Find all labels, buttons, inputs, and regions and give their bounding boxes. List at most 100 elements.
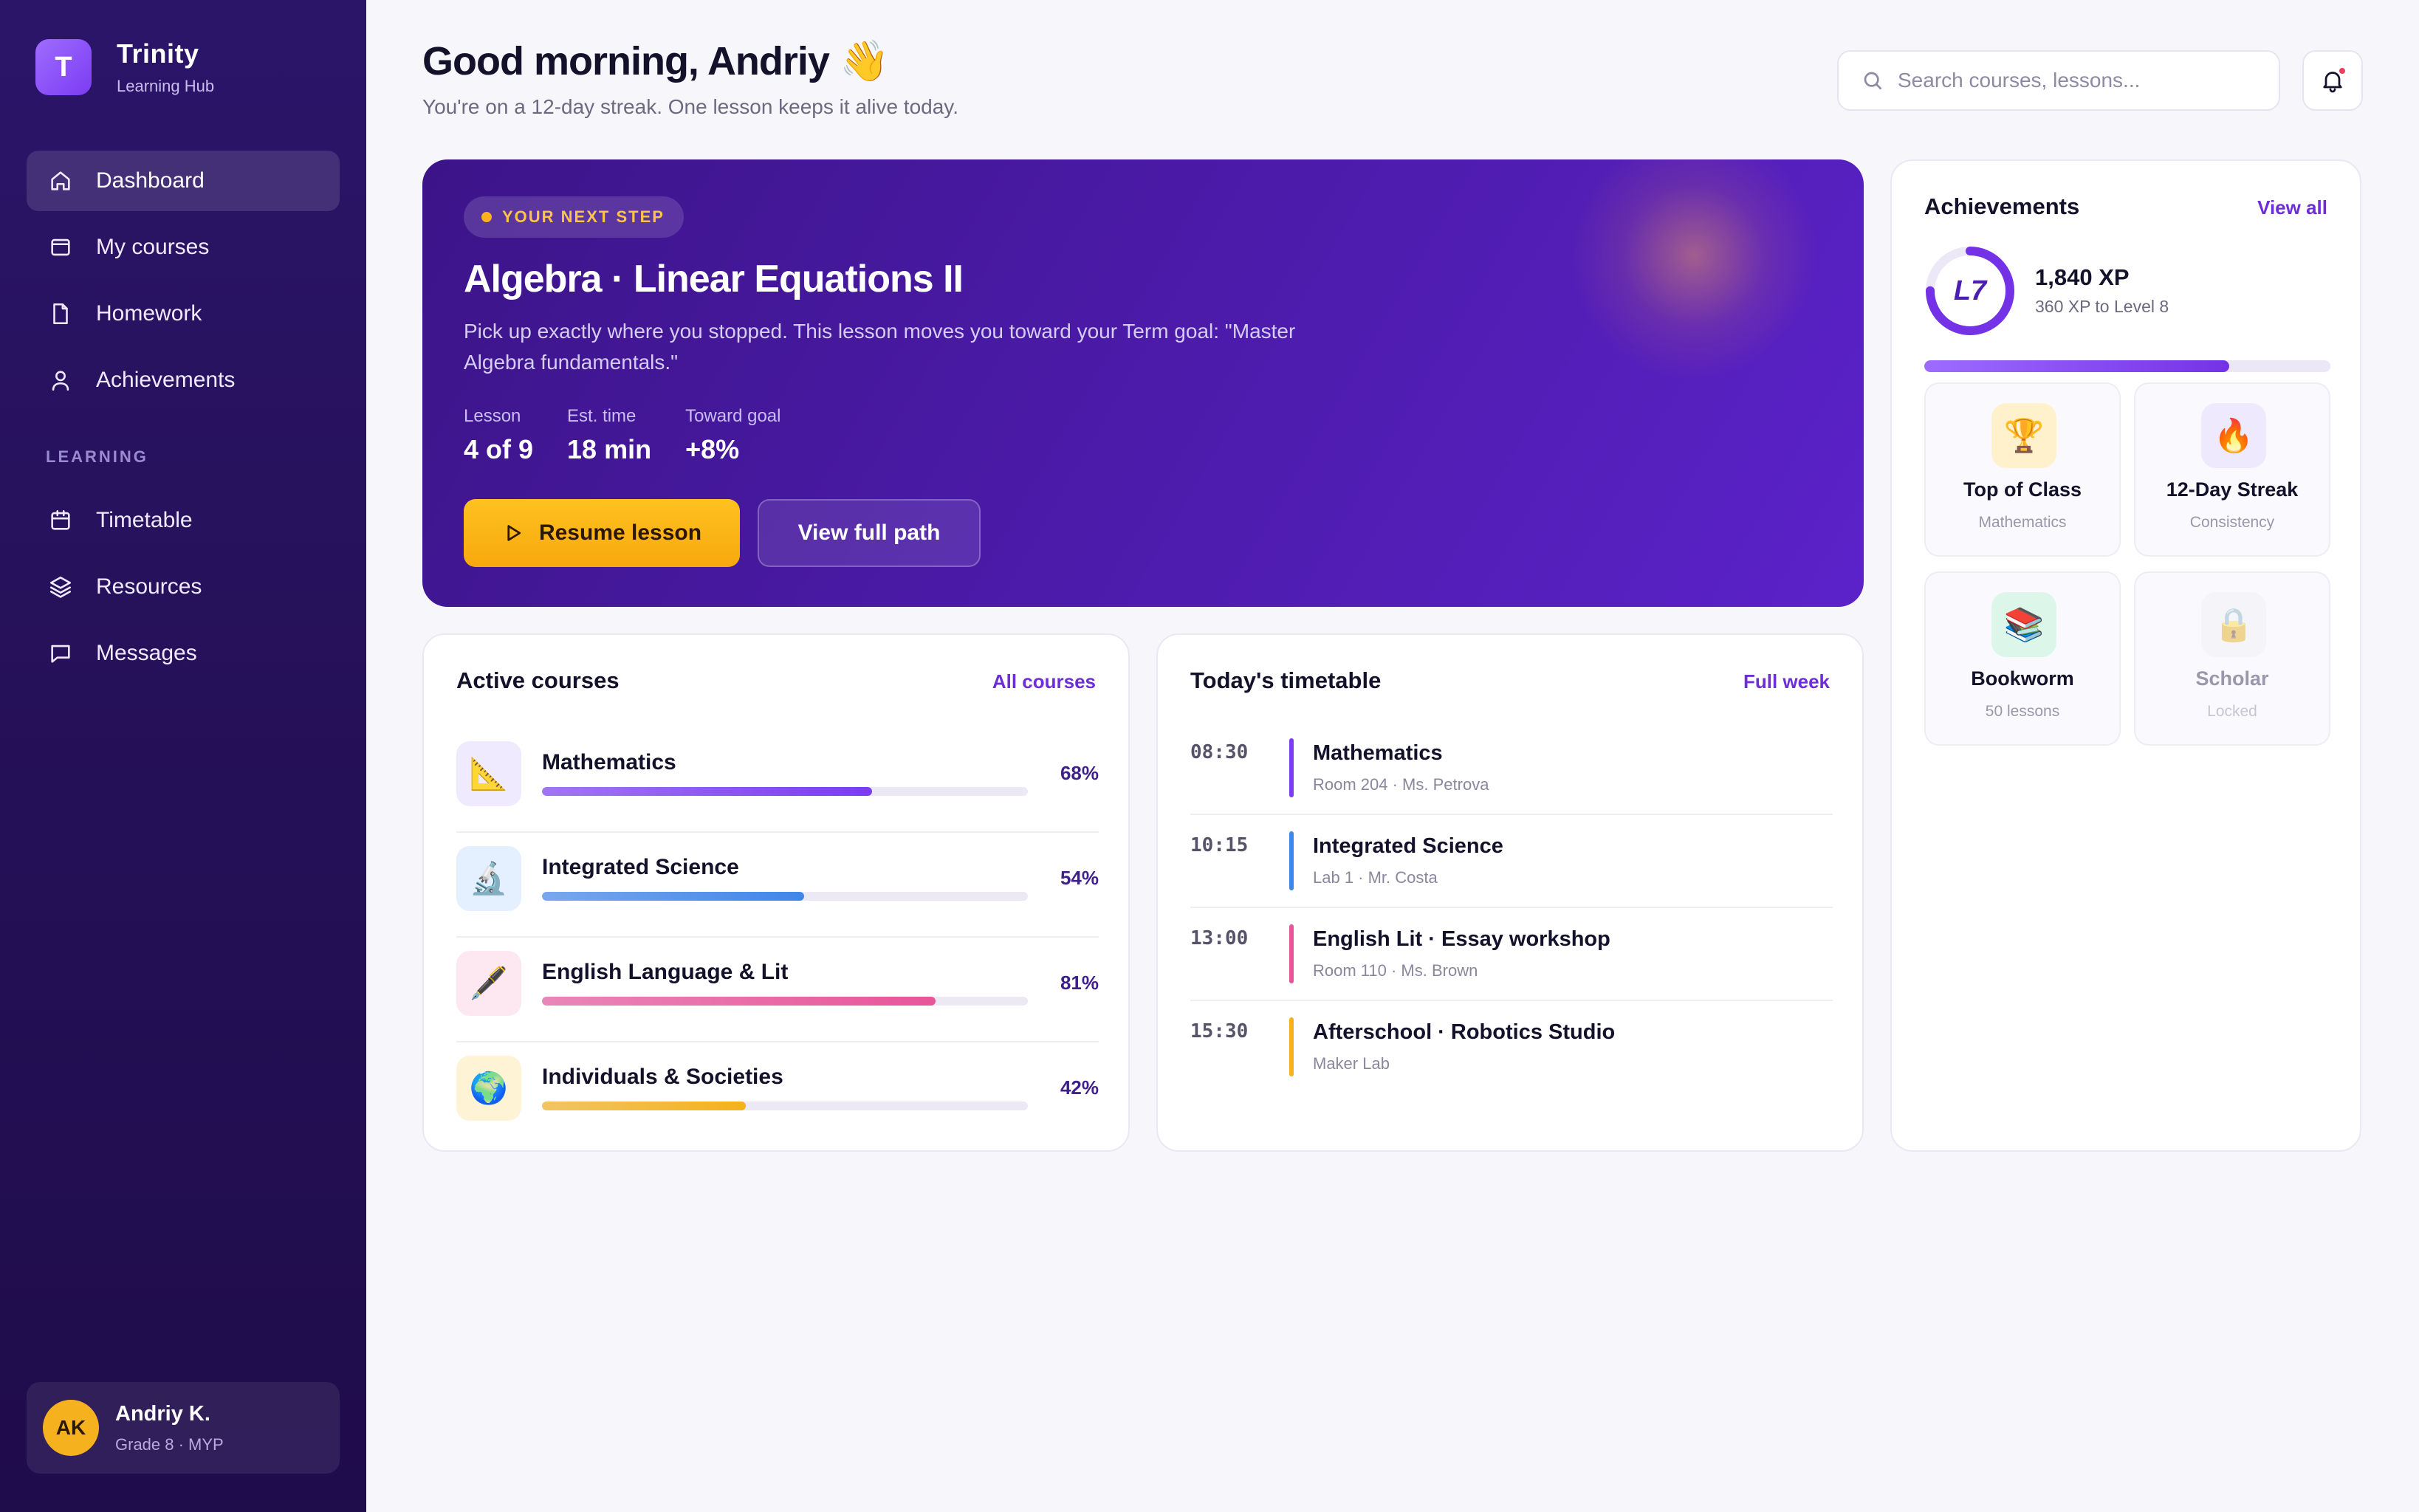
badge-bookworm[interactable]: 📚 Bookworm 50 lessons <box>1924 571 2121 746</box>
stat-value: 18 min <box>567 434 652 464</box>
courses-icon <box>47 234 74 261</box>
course-row[interactable]: 🔬 Integrated Science 54% <box>456 833 1099 938</box>
lesson-title: Algebra · Linear Equations II <box>464 258 964 300</box>
badge-dot <box>481 212 492 222</box>
class-name: Mathematics <box>1313 741 1443 765</box>
document-icon <box>47 300 74 327</box>
class-color-bar <box>1289 831 1294 890</box>
ruler-icon: 📐 <box>456 741 521 806</box>
brand[interactable]: T Trinity Learning Hub <box>35 38 214 96</box>
stat-value: +8% <box>685 434 740 464</box>
badge-name: Top of Class <box>1963 478 2082 501</box>
search-placeholder: Search courses, lessons... <box>1898 69 2141 92</box>
lock-icon: 🔒 <box>2201 592 2266 657</box>
stat-lesson: Lesson 4 of 9 <box>464 406 533 465</box>
sidebar-item-homework[interactable]: Homework <box>27 284 340 344</box>
class-time: 15:30 <box>1190 1020 1249 1042</box>
stat-toward-goal: Toward goal +8% <box>685 406 780 465</box>
resume-lesson-label: Resume lesson <box>538 520 702 545</box>
course-progress-bar <box>542 892 1028 901</box>
badge-sub: Locked <box>2207 703 2257 720</box>
badge-12-day-streak[interactable]: 🔥 12-Day Streak Consistency <box>2134 382 2330 557</box>
badge-top-of-class[interactable]: 🏆 Top of Class Mathematics <box>1924 382 2121 557</box>
class-time: 10:15 <box>1190 834 1249 856</box>
class-name: Integrated Science <box>1313 834 1503 858</box>
course-progress-bar <box>542 787 1028 796</box>
badge-name: Scholar <box>2195 667 2269 690</box>
class-color-bar <box>1289 1017 1294 1076</box>
course-percent: 42% <box>1060 1076 1099 1099</box>
stat-est-time: Est. time 18 min <box>567 406 651 465</box>
course-row[interactable]: 🌍 Individuals & Societies 42% <box>456 1042 1099 1147</box>
timetable-row[interactable]: 15:30 Afterschool · Robotics Studio Make… <box>1190 1001 1833 1094</box>
full-week-link[interactable]: Full week <box>1743 670 1830 693</box>
stat-label: Est. time <box>567 406 637 426</box>
view-full-path-button[interactable]: View full path <box>758 499 981 567</box>
sidebar-item-label: Timetable <box>96 508 193 532</box>
next-step-hero: YOUR NEXT STEP Algebra · Linear Equation… <box>422 159 1864 607</box>
sidebar-item-resources[interactable]: Resources <box>27 557 340 617</box>
microscope-icon: 🔬 <box>456 846 521 911</box>
xp-progress-bar <box>1924 360 2330 372</box>
user-profile-card[interactable]: AK Andriy K. Grade 8 · MYP <box>27 1382 340 1474</box>
xp-progress-fill <box>1924 360 2229 372</box>
xp-total: 1,840 XP <box>2035 264 2130 290</box>
sidebar-item-label: Homework <box>96 301 202 326</box>
course-progress-fill <box>542 997 936 1006</box>
class-color-bar <box>1289 738 1294 797</box>
course-progress-bar <box>542 997 1028 1006</box>
user-icon <box>47 367 74 394</box>
lesson-description: Pick up exactly where you stopped. This … <box>464 320 1296 374</box>
badge-name: Bookworm <box>1971 667 2074 690</box>
class-meta: Room 110 · Ms. Brown <box>1313 961 1478 980</box>
page-title: Good morning, Andriy 👋 <box>422 39 889 83</box>
notifications-button[interactable] <box>2302 50 2363 111</box>
calendar-icon <box>47 507 74 534</box>
timetable-row[interactable]: 08:30 Mathematics Room 204 · Ms. Petrova <box>1190 722 1833 815</box>
stat-label: Toward goal <box>685 406 781 426</box>
view-all-link[interactable]: View all <box>2257 196 2327 219</box>
timetable-row[interactable]: 13:00 English Lit · Essay workshop Room … <box>1190 908 1833 1001</box>
timetable-row[interactable]: 10:15 Integrated Science Lab 1 · Mr. Cos… <box>1190 815 1833 908</box>
nav-section-label: LEARNING <box>46 447 148 466</box>
sidebar-item-label: Resources <box>96 574 202 599</box>
brand-name: Trinity <box>117 38 199 69</box>
sidebar: T Trinity Learning Hub Dashboard My cour… <box>0 0 366 1512</box>
xp-to-next-level: 360 XP to Level 8 <box>2035 297 2169 316</box>
sidebar-item-dashboard[interactable]: Dashboard <box>27 151 340 211</box>
sidebar-item-achievements[interactable]: Achievements <box>27 350 340 410</box>
sidebar-item-messages[interactable]: Messages <box>27 623 340 684</box>
class-name: English Lit · Essay workshop <box>1313 927 1610 951</box>
course-row[interactable]: 📐 Mathematics 68% <box>456 728 1099 833</box>
home-icon <box>47 168 74 194</box>
notification-dot <box>2338 66 2347 75</box>
achievements-card: Achievements View all L7 1,840 XP 360 XP… <box>1890 159 2361 1152</box>
sidebar-item-timetable[interactable]: Timetable <box>27 490 340 551</box>
badge-sub: Mathematics <box>1978 514 2067 531</box>
badge-sub: 50 lessons <box>1985 703 2060 720</box>
course-name: English Language & Lit <box>542 960 789 984</box>
lesson-stats: Lesson 4 of 9 Est. time 18 min Toward go… <box>464 406 815 465</box>
user-meta: Grade 8 · MYP <box>115 1434 224 1454</box>
todays-timetable-card: Today's timetable Full week 08:30 Mathem… <box>1156 633 1864 1152</box>
course-name: Mathematics <box>542 750 676 774</box>
resume-lesson-button[interactable]: Resume lesson <box>464 499 740 567</box>
sidebar-item-label: Messages <box>96 641 197 665</box>
class-time: 08:30 <box>1190 741 1249 763</box>
course-row[interactable]: 🖋️ English Language & Lit 81% <box>456 938 1099 1042</box>
search-icon <box>1864 72 1881 89</box>
class-meta: Lab 1 · Mr. Costa <box>1313 868 1438 887</box>
globe-icon: 🌍 <box>456 1056 521 1121</box>
flame-icon: 🔥 <box>2201 403 2266 468</box>
badge-name: 12-Day Streak <box>2166 478 2299 501</box>
next-step-label: YOUR NEXT STEP <box>502 207 665 226</box>
search-input[interactable]: Search courses, lessons... <box>1837 50 2280 111</box>
card-title: Today's timetable <box>1190 667 1382 693</box>
sidebar-item-label: My courses <box>96 235 210 259</box>
books-icon: 📚 <box>1991 592 2056 657</box>
next-step-badge: YOUR NEXT STEP <box>464 196 684 238</box>
sidebar-item-label: Achievements <box>96 368 236 392</box>
all-courses-link[interactable]: All courses <box>992 670 1096 693</box>
badge-scholar[interactable]: 🔒 Scholar Locked <box>2134 571 2330 746</box>
sidebar-item-my-courses[interactable]: My courses <box>27 217 340 278</box>
